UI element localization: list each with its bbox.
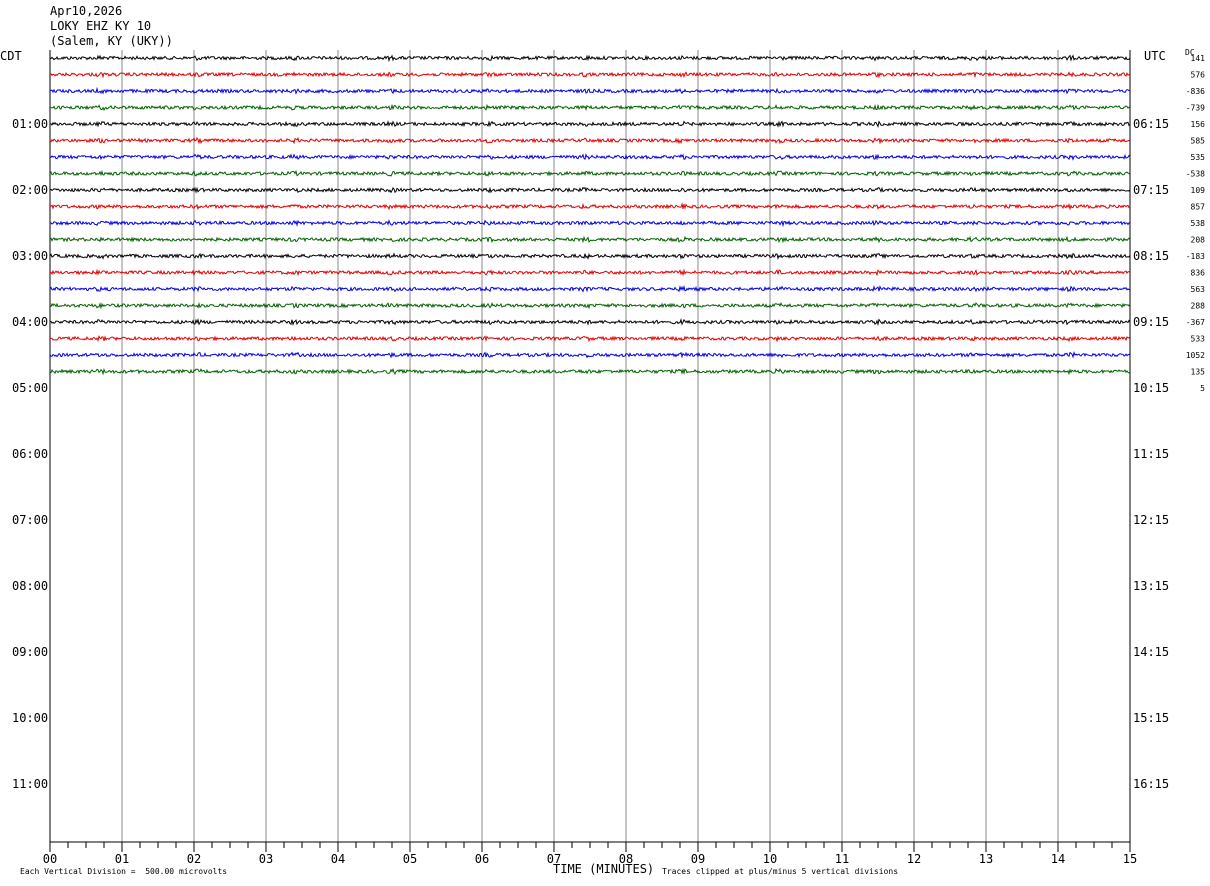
dc-offset-label: 836 [1191, 269, 1206, 278]
dc-offset-label: -739 [1186, 104, 1205, 113]
right-hour-label: 09:15 [1133, 315, 1169, 329]
dc-offset-label: -538 [1186, 170, 1205, 179]
left-hour-label: 04:00 [12, 315, 48, 329]
left-hour-label: 03:00 [12, 249, 48, 263]
seismic-trace [49, 86, 1131, 95]
dc-offset-label: 533 [1191, 335, 1206, 344]
dc-offset-label: 288 [1191, 302, 1206, 311]
seismic-trace [49, 285, 1131, 293]
dc-offset-label: 1052 [1186, 351, 1205, 360]
seismic-trace [49, 54, 1131, 63]
left-hour-label: 05:00 [12, 381, 48, 395]
seismic-trace [49, 219, 1131, 228]
dc-offset-label: 156 [1191, 120, 1206, 129]
x-tick-label: 14 [1051, 852, 1065, 866]
dc-offset-label: -183 [1186, 252, 1205, 261]
left-hour-label: 01:00 [12, 117, 48, 131]
dc-offset-label: -367 [1186, 318, 1205, 327]
seismic-trace [49, 268, 1131, 277]
left-hour-label: 06:00 [12, 447, 48, 461]
dc-offset-label: 109 [1191, 186, 1206, 195]
dc-offset-label: 5 [1200, 384, 1205, 393]
seismic-trace [49, 71, 1131, 79]
x-tick-label: 09 [691, 852, 705, 866]
x-tick-label: 05 [403, 852, 417, 866]
clip-note: Traces clipped at plus/minus 5 vertical … [662, 867, 899, 876]
seismic-trace [49, 136, 1131, 145]
seismic-trace [49, 301, 1131, 310]
right-hour-label: 15:15 [1133, 711, 1169, 725]
dc-offset-label: 535 [1191, 153, 1206, 162]
left-hour-label: 07:00 [12, 513, 48, 527]
seismic-trace [49, 317, 1131, 327]
seismic-trace [49, 186, 1131, 194]
seismic-trace [49, 367, 1131, 376]
helicorder-plot: 00 01 02 03 04 05 06 07 08 09 10 11 12 13 14 1501:0002:… [12, 50, 1206, 866]
seismic-trace [49, 120, 1131, 128]
dc-offset-label: 538 [1191, 219, 1206, 228]
seismic-trace [49, 334, 1131, 343]
seismic-trace [49, 169, 1131, 177]
dc-offset-label: 135 [1191, 368, 1206, 377]
x-tick-label: 10 [763, 852, 777, 866]
seismic-trace [49, 202, 1131, 211]
x-tick-label: 11 [835, 852, 849, 866]
dc-offset-label: 141 [1191, 54, 1206, 63]
left-hour-label: 08:00 [12, 579, 48, 593]
seismic-trace [49, 103, 1131, 112]
right-hour-label: 13:15 [1133, 579, 1169, 593]
right-hour-label: 16:15 [1133, 777, 1169, 791]
seismic-trace [49, 235, 1131, 244]
seismic-trace [49, 252, 1131, 260]
x-tick-label: 12 [907, 852, 921, 866]
left-hour-label: 09:00 [12, 645, 48, 659]
x-axis-title: TIME (MINUTES) [553, 862, 655, 876]
right-hour-label: 07:15 [1133, 183, 1169, 197]
left-hour-label: 11:00 [12, 777, 48, 791]
right-hour-label: 10:15 [1133, 381, 1169, 395]
dc-offset-label: 563 [1191, 285, 1206, 294]
seismic-trace [49, 153, 1131, 161]
x-tick-label: 01 [115, 852, 129, 866]
dc-offset-label: -836 [1186, 87, 1205, 96]
x-tick-label: 15 [1123, 852, 1137, 866]
right-hour-label: 08:15 [1133, 249, 1169, 263]
x-tick-label: 00 [43, 852, 57, 866]
right-hour-label: 06:15 [1133, 117, 1169, 131]
x-tick-label: 06 [475, 852, 489, 866]
seismic-trace [49, 350, 1131, 359]
right-hour-label: 11:15 [1133, 447, 1169, 461]
dc-offset-label: 585 [1191, 137, 1206, 146]
x-tick-label: 03 [259, 852, 273, 866]
dc-offset-label: 857 [1191, 203, 1206, 212]
x-tick-label: 02 [187, 852, 201, 866]
left-hour-label: 10:00 [12, 711, 48, 725]
left-hour-label: 02:00 [12, 183, 48, 197]
x-tick-label: 04 [331, 852, 345, 866]
right-hour-label: 12:15 [1133, 513, 1169, 527]
scale-note: Each Vertical Division = 500.00 microvol… [20, 867, 228, 876]
dc-offset-label: 576 [1191, 71, 1206, 80]
x-tick-label: 13 [979, 852, 993, 866]
right-hour-label: 14:15 [1133, 645, 1169, 659]
dc-offset-label: 208 [1191, 236, 1206, 245]
